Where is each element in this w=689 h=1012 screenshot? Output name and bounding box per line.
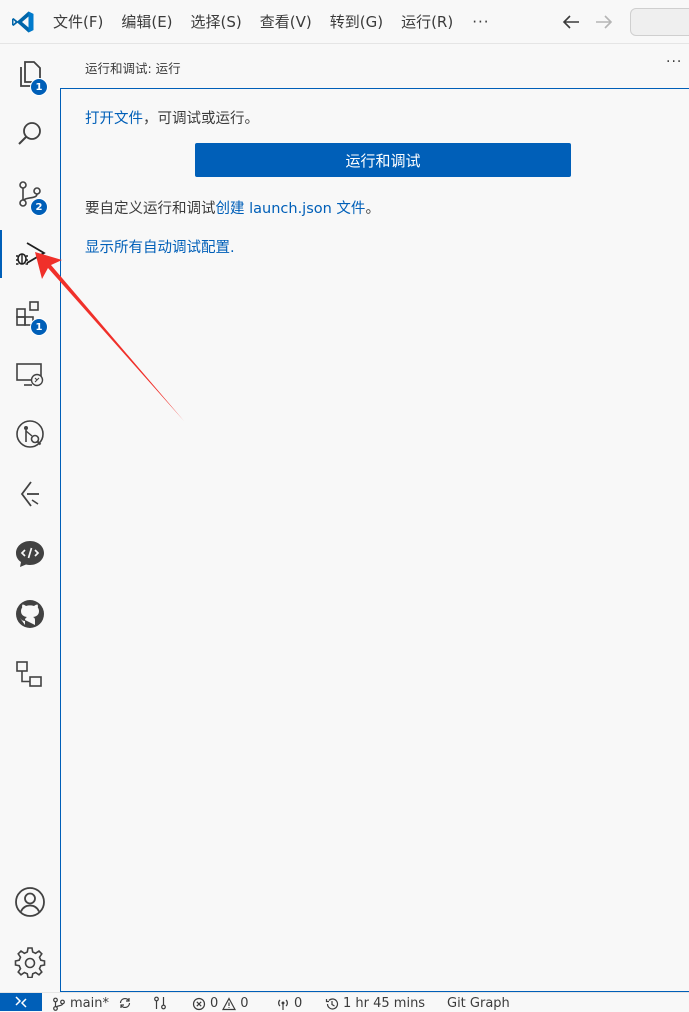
git-compare-icon <box>154 996 166 1010</box>
sync-status[interactable] <box>118 996 132 1010</box>
sidebar-more-button[interactable]: ··· <box>666 54 682 70</box>
run-and-debug-button[interactable] <box>0 226 60 282</box>
git-branch-icon <box>53 997 65 1011</box>
explorer-badge: 1 <box>30 78 48 96</box>
remote-indicator-button[interactable] <box>0 993 42 1011</box>
manage-button[interactable] <box>0 934 60 990</box>
arrow-right-icon[interactable] <box>593 12 615 32</box>
menu-edit[interactable]: 编辑(E) <box>112 0 181 44</box>
github-icon <box>16 600 44 628</box>
workflow-icon <box>16 661 42 687</box>
warning-icon <box>222 997 237 1011</box>
workflow-button[interactable] <box>0 646 60 702</box>
git-compare-status[interactable] <box>153 996 167 1010</box>
run-debug-sidebar: 运行和调试: 运行 ··· 打开文件，可调试或运行。 运行和调试 要自定义运行和… <box>60 44 689 992</box>
broadcast-icon <box>278 999 288 1010</box>
github-button[interactable] <box>0 586 60 642</box>
command-center-search[interactable] <box>630 8 689 36</box>
sync-icon <box>119 997 131 1009</box>
status-bar: main* 0 0 0 1 hr 45 mins Git Graph <box>0 992 689 1011</box>
lingma-button[interactable] <box>0 466 60 522</box>
menu-go[interactable]: 转到(G) <box>321 0 392 44</box>
title-bar: 文件(F) 编辑(E) 选择(S) 查看(V) 转到(G) 运行(R) ··· <box>0 0 689 44</box>
arrow-left-icon[interactable] <box>560 12 582 32</box>
menu-bar: 文件(F) 编辑(E) 选择(S) 查看(V) 转到(G) 运行(R) ··· <box>44 0 500 44</box>
accounts-button[interactable] <box>0 874 60 930</box>
remote-explorer-button[interactable] <box>0 346 60 402</box>
menu-file[interactable]: 文件(F) <box>44 0 112 44</box>
extensions-button[interactable]: 1 <box>0 286 60 342</box>
remote-explorer-icon <box>16 363 44 387</box>
menu-selection[interactable]: 选择(S) <box>182 0 251 44</box>
gear-icon <box>14 947 46 978</box>
show-all-configs-link[interactable]: 显示所有自动调试配置. <box>85 240 235 256</box>
sidebar-title: 运行和调试: 运行 <box>85 61 181 76</box>
menu-run[interactable]: 运行(R) <box>392 0 462 44</box>
extensions-badge: 1 <box>30 318 48 336</box>
gitlens-icon <box>16 420 44 448</box>
customize-suffix: 。 <box>365 201 380 217</box>
run-debug-icon <box>16 242 46 265</box>
leaf-compass-icon <box>20 481 39 507</box>
sidebar-header: 运行和调试: 运行 ··· <box>60 44 689 88</box>
explorer-button[interactable]: 1 <box>0 46 60 102</box>
error-icon <box>192 997 206 1011</box>
source-control-button[interactable]: 2 <box>0 166 60 222</box>
search-button[interactable] <box>0 106 60 162</box>
activity-bar: 1 2 1 <box>0 44 60 992</box>
create-launch-json-link[interactable]: 创建 launch.json 文件 <box>216 201 366 217</box>
run-debug-welcome-panel: 打开文件，可调试或运行。 运行和调试 要自定义运行和调试创建 launch.js… <box>60 88 689 992</box>
account-icon <box>15 887 45 917</box>
scm-badge: 2 <box>30 198 48 216</box>
history-icon <box>325 998 339 1010</box>
code-chat-icon <box>16 541 44 567</box>
customize-text: 要自定义运行和调试 <box>85 201 216 217</box>
open-file-link[interactable]: 打开文件 <box>85 111 143 127</box>
run-and-debug-button[interactable]: 运行和调试 <box>195 143 571 177</box>
remote-icon <box>15 996 27 1008</box>
vscode-logo-icon[interactable] <box>11 10 35 34</box>
customize-line: 要自定义运行和调试创建 launch.json 文件。 <box>85 197 380 218</box>
menu-view[interactable]: 查看(V) <box>251 0 321 44</box>
gitlens-button[interactable] <box>0 406 60 462</box>
search-icon <box>18 122 41 145</box>
code-chat-button[interactable] <box>0 526 60 582</box>
open-file-line: 打开文件，可调试或运行。 <box>85 107 259 128</box>
menu-more-button[interactable]: ··· <box>462 0 499 44</box>
open-file-text: ，可调试或运行。 <box>143 111 259 127</box>
show-all-line: 显示所有自动调试配置. <box>85 236 235 257</box>
